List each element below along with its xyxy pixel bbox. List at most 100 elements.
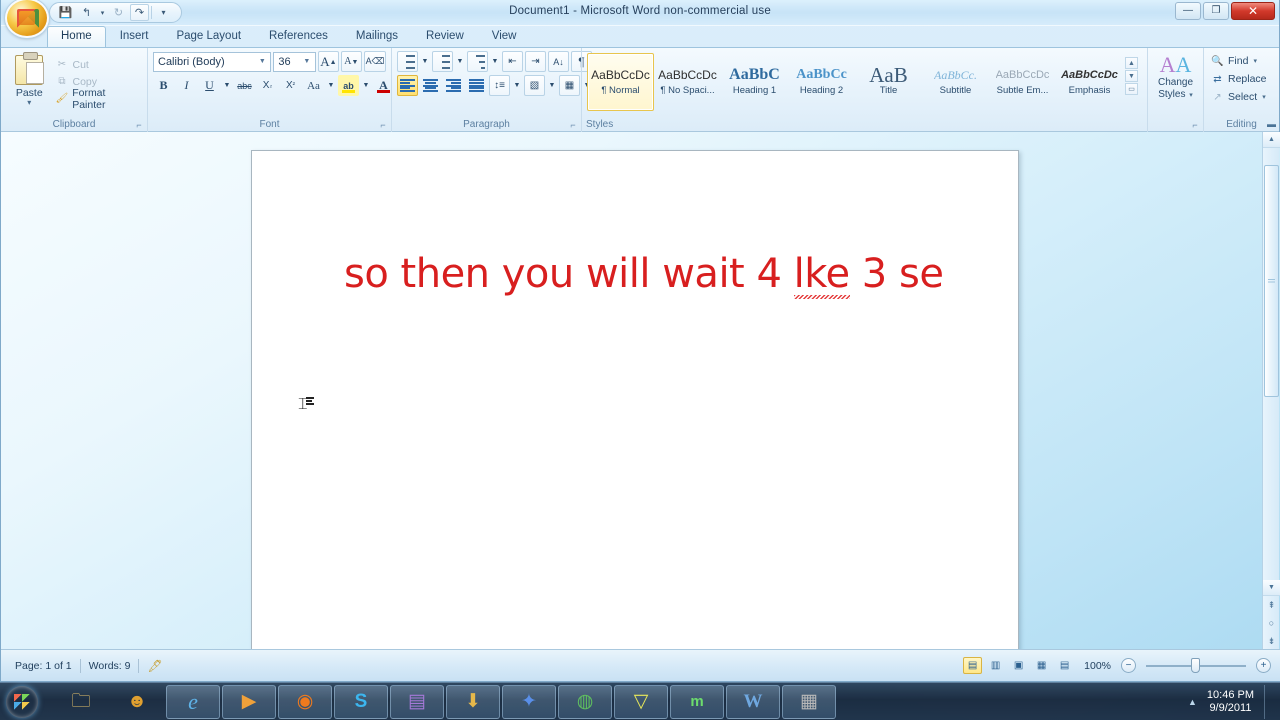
view-full-screen-reading[interactable]: ▥ [986, 657, 1005, 674]
clear-formatting-button[interactable]: A⌫ [363, 51, 386, 72]
shading-dropdown-icon[interactable]: ▼ [547, 75, 557, 96]
show-hidden-icons-icon[interactable]: ▲ [1188, 697, 1197, 707]
tab-review[interactable]: Review [412, 26, 478, 47]
taskbar-item-funnel-app[interactable]: ▽ [614, 684, 668, 719]
chevron-down-icon[interactable]: ▾ [1262, 93, 1266, 101]
align-center-button[interactable] [420, 75, 441, 96]
taskbar-item-rocket-app[interactable]: ✦ [502, 684, 556, 719]
replace-button[interactable]: ⇄ Replace [1209, 70, 1274, 88]
group-change-styles[interactable]: AA Change Styles ▾ ⌐ [1147, 48, 1203, 132]
style-no-spacing[interactable]: AaBbCcDc ¶ No Spaci... [654, 53, 721, 111]
paste-dropdown-icon[interactable]: ▾ [27, 99, 31, 107]
strikethrough-button[interactable]: abc [234, 75, 255, 96]
zoom-out-button[interactable]: − [1121, 658, 1136, 673]
format-painter-button[interactable]: 🖌 Format Painter [52, 87, 142, 111]
taskbar-item-download-manager[interactable]: ⬇ [446, 684, 500, 719]
zoom-in-button[interactable]: + [1256, 658, 1271, 673]
superscript-button[interactable]: X² [280, 75, 301, 96]
tab-view[interactable]: View [478, 26, 531, 47]
styles-scroll-up-icon[interactable]: ▲ [1125, 57, 1138, 69]
multilevel-dropdown-icon[interactable]: ▼ [490, 51, 500, 72]
numbering-dropdown-icon[interactable]: ▼ [455, 51, 465, 72]
view-draft[interactable]: ▤ [1055, 657, 1074, 674]
repeat-icon[interactable]: ↷ [130, 4, 149, 21]
taskbar-item-microsoft-word[interactable]: W [726, 684, 780, 719]
underline-dropdown-icon[interactable]: ▼ [222, 75, 232, 96]
grow-font-button[interactable]: A ▲ [317, 51, 339, 72]
style-subtitle[interactable]: AaBbCc. Subtitle [922, 53, 989, 111]
scroll-up-button[interactable]: ▲ [1263, 132, 1280, 148]
font-name-combo[interactable]: Calibri (Body) ▼ [153, 51, 272, 72]
view-print-layout[interactable]: ▤ [963, 657, 983, 674]
line-spacing-icon[interactable]: ↕≡ [489, 75, 510, 96]
styles-dialog-launcher[interactable]: ⌐ [1190, 120, 1200, 130]
start-button[interactable] [0, 684, 44, 720]
align-left-button[interactable] [397, 75, 418, 96]
misspelled-word[interactable]: lke [794, 251, 850, 297]
style-heading-1[interactable]: AaBbC Heading 1 [721, 53, 788, 111]
style-subtle-emphasis[interactable]: AaBbCcDc Subtle Em... [989, 53, 1056, 111]
restore-button[interactable]: ❐ [1203, 2, 1229, 20]
taskbar-item-internet-explorer[interactable]: e [166, 684, 220, 719]
find-button[interactable]: 🔍 Find ▾ [1209, 52, 1274, 70]
chevron-down-icon[interactable]: ▾ [1189, 92, 1193, 99]
vertical-scrollbar[interactable]: ▬ ▲ ▼ ⇞ ○ ⇟ [1262, 119, 1280, 650]
taskbar-item-skype[interactable]: S [334, 684, 388, 719]
increase-indent-icon[interactable]: ⇥ [525, 51, 546, 72]
minimize-button[interactable]: — [1175, 2, 1201, 20]
line-spacing-dropdown-icon[interactable]: ▼ [512, 75, 522, 96]
tab-insert[interactable]: Insert [106, 26, 163, 47]
view-outline[interactable]: ▦ [1032, 657, 1051, 674]
font-dialog-launcher[interactable]: ⌐ [378, 120, 388, 130]
styles-scroll-down-icon[interactable]: ▼ [1125, 70, 1138, 82]
italic-button[interactable]: I [176, 75, 197, 96]
numbering-icon[interactable] [432, 51, 453, 72]
undo-dropdown-icon[interactable]: ▾ [98, 4, 107, 21]
bullets-icon[interactable] [397, 51, 418, 72]
close-button[interactable]: ✕ [1231, 2, 1275, 20]
multilevel-list-icon[interactable] [467, 51, 488, 72]
tab-references[interactable]: References [255, 26, 342, 47]
decrease-indent-icon[interactable]: ⇤ [502, 51, 523, 72]
proofing-status-icon[interactable]: 🖋 [139, 659, 170, 673]
chevron-down-icon[interactable]: ▼ [301, 58, 313, 65]
page-indicator[interactable]: Page: 1 of 1 [7, 660, 80, 672]
chevron-down-icon[interactable]: ▾ [1253, 57, 1257, 65]
taskbar-item-media-character-app[interactable]: ☻ [110, 685, 164, 719]
document-workspace[interactable]: so then you will wait 4 lke 3 se ⌶ [1, 132, 1280, 650]
tab-home[interactable]: Home [47, 26, 106, 47]
style-heading-2[interactable]: AaBbCc Heading 2 [788, 53, 855, 111]
justify-button[interactable] [466, 75, 487, 96]
style-emphasis[interactable]: AaBbCcDc Emphasis [1056, 53, 1123, 111]
previous-page-icon[interactable]: ⇞ [1263, 596, 1280, 614]
redo-icon[interactable]: ↻ [109, 4, 128, 21]
zoom-level[interactable]: 100% [1078, 660, 1117, 672]
select-button[interactable]: ↗ Select ▾ [1209, 88, 1274, 106]
split-bar-icon[interactable]: ▬ [1263, 116, 1280, 132]
word-count[interactable]: Words: 9 [81, 660, 139, 672]
taskbar-item-google-chrome[interactable]: ◍ [558, 684, 612, 719]
style-normal[interactable]: AaBbCcDc ¶ Normal [587, 53, 654, 111]
align-right-button[interactable] [443, 75, 464, 96]
paragraph-dialog-launcher[interactable]: ⌐ [568, 120, 578, 130]
document-text-line[interactable]: so then you will wait 4 lke 3 se [344, 251, 944, 297]
view-web-layout[interactable]: ▣ [1009, 657, 1028, 674]
save-icon[interactable]: 💾 [56, 4, 75, 21]
text-highlight-button[interactable]: ab [338, 75, 359, 96]
undo-icon[interactable]: ↰ [77, 4, 96, 21]
scrollbar-thumb[interactable] [1264, 165, 1279, 397]
change-case-button[interactable]: Aa [303, 75, 324, 96]
bold-button[interactable]: B [153, 75, 174, 96]
next-page-icon[interactable]: ⇟ [1263, 632, 1280, 650]
scroll-down-button[interactable]: ▼ [1263, 580, 1280, 596]
taskbar-item-video-editor[interactable]: ▦ [782, 684, 836, 719]
tab-page-layout[interactable]: Page Layout [162, 26, 255, 47]
taskbar-item-windows-media-player[interactable]: ▶ [222, 684, 276, 719]
zoom-thumb[interactable] [1191, 658, 1200, 673]
chevron-down-icon[interactable]: ▼ [256, 58, 268, 65]
taskbar-item-windows-explorer[interactable]: 🗀 [54, 685, 108, 719]
taskbar-item-m-app[interactable]: m [670, 684, 724, 719]
underline-button[interactable]: U [199, 75, 220, 96]
taskbar-item-mozilla-firefox[interactable]: ◉ [278, 684, 332, 719]
clock[interactable]: 10:46 PM 9/9/2011 [1203, 689, 1258, 715]
